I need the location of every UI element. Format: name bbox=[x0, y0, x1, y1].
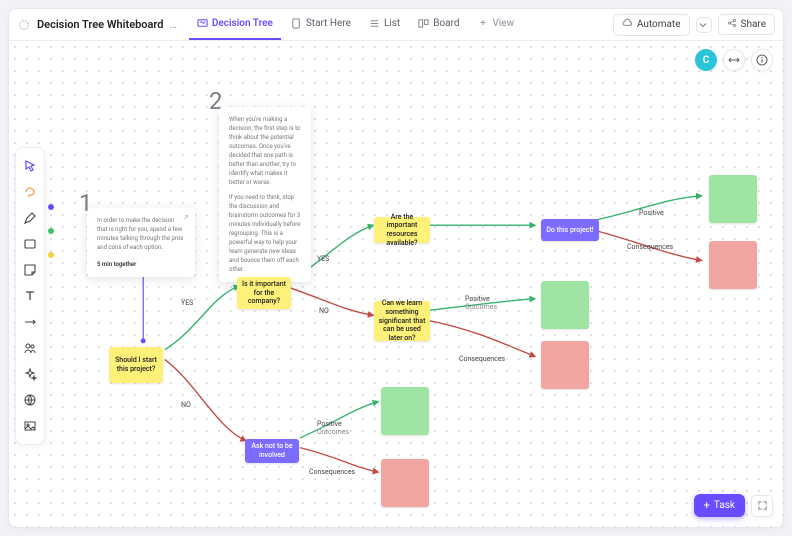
label-no-1: NO bbox=[181, 401, 191, 409]
label-yes-2: YES bbox=[317, 255, 329, 263]
text-tool[interactable] bbox=[18, 284, 42, 308]
tab-label: Decision Tree bbox=[212, 18, 273, 29]
topbar: Decision Tree Whiteboard … Decision Tree… bbox=[9, 9, 783, 41]
toolbar-dot-yellow bbox=[48, 252, 54, 258]
node-resources[interactable]: Are the important resources available? bbox=[374, 217, 430, 243]
board-icon bbox=[418, 18, 429, 29]
share-icon bbox=[727, 18, 737, 31]
plus-icon: + bbox=[478, 18, 489, 29]
task-button[interactable]: + Task bbox=[694, 494, 745, 517]
expand-icon bbox=[757, 500, 768, 511]
title-overflow[interactable]: … bbox=[169, 18, 176, 31]
tab-label: Start Here bbox=[306, 18, 351, 29]
label-consequences-1: Consequences bbox=[627, 243, 673, 251]
fit-width-icon[interactable] bbox=[723, 49, 745, 71]
card2-p1: When you're making a decision, the first… bbox=[229, 115, 301, 187]
shape-tool[interactable] bbox=[18, 232, 42, 256]
node-label: Are the important resources available? bbox=[374, 211, 430, 250]
canvas-wrap: C bbox=[9, 41, 783, 527]
guide-card-2[interactable]: When you're making a decision, the first… bbox=[219, 107, 311, 282]
app-frame: Decision Tree Whiteboard … Decision Tree… bbox=[8, 8, 784, 528]
label-consequences-3: Consequences bbox=[309, 468, 355, 476]
label-positive-outcomes-2: Positive Outcomes bbox=[465, 296, 497, 311]
page-title[interactable]: Decision Tree Whiteboard bbox=[37, 18, 163, 31]
plus-icon: + bbox=[704, 499, 710, 512]
result-red-3[interactable] bbox=[381, 459, 429, 507]
toolbar-dot-green bbox=[48, 228, 54, 234]
tab-label: List bbox=[384, 18, 400, 29]
node-label: Do this project! bbox=[542, 224, 597, 237]
web-tool[interactable] bbox=[18, 388, 42, 412]
tab-add-view[interactable]: + View bbox=[470, 9, 523, 40]
whiteboard-canvas[interactable] bbox=[9, 41, 783, 527]
sticky-tool[interactable] bbox=[18, 258, 42, 282]
info-icon[interactable] bbox=[751, 49, 773, 71]
lasso-tool[interactable] bbox=[18, 180, 42, 204]
automate-button[interactable]: Automate bbox=[613, 14, 690, 36]
expand-button[interactable] bbox=[751, 495, 773, 517]
workspace-icon[interactable] bbox=[17, 18, 31, 32]
card2-p2: If you need to think, stop the discussio… bbox=[229, 193, 301, 274]
guide-card-1[interactable]: ↗ In order to make the decision that is … bbox=[87, 208, 195, 277]
share-button[interactable]: Share bbox=[718, 14, 775, 35]
node-learn[interactable]: Can we learn something significant that … bbox=[374, 301, 430, 341]
result-green-3[interactable] bbox=[381, 387, 429, 435]
result-red-1[interactable] bbox=[709, 241, 757, 289]
result-green-1[interactable] bbox=[709, 175, 757, 223]
doc-icon bbox=[291, 18, 302, 29]
image-tool[interactable] bbox=[18, 414, 42, 438]
label-sub2: Outcomes bbox=[317, 429, 349, 437]
label-yes-1: YES bbox=[181, 299, 193, 307]
canvas-chips: C bbox=[695, 49, 773, 71]
connector-tool[interactable] bbox=[18, 310, 42, 334]
label-positive-1: Positive bbox=[639, 209, 664, 217]
bottom-right-controls: + Task bbox=[694, 494, 773, 517]
node-label: Ask not to be involved bbox=[245, 440, 299, 462]
card1-body: In order to make the decision that is ri… bbox=[97, 216, 185, 252]
node-label: Should I start this project? bbox=[109, 354, 163, 376]
card1-footer: 5 min together bbox=[97, 260, 185, 269]
ai-tool[interactable] bbox=[18, 362, 42, 386]
node-label: Can we learn something significant that … bbox=[374, 297, 430, 345]
node-do-project[interactable]: Do this project! bbox=[541, 219, 599, 241]
chevron-down-icon bbox=[699, 21, 707, 29]
node-start[interactable]: Should I start this project? bbox=[109, 347, 163, 383]
tabs: Decision Tree Start Here List Board + Vi… bbox=[189, 9, 522, 40]
automate-label: Automate bbox=[637, 19, 681, 30]
automate-dropdown[interactable] bbox=[696, 17, 712, 33]
tab-label: View bbox=[493, 18, 515, 29]
tab-start-here[interactable]: Start Here bbox=[283, 9, 359, 40]
node-important[interactable]: Is it important for the company? bbox=[237, 277, 291, 309]
people-tool[interactable] bbox=[18, 336, 42, 360]
result-green-2[interactable] bbox=[541, 281, 589, 329]
tab-board[interactable]: Board bbox=[410, 9, 467, 40]
task-label: Task bbox=[714, 500, 735, 511]
avatar[interactable]: C bbox=[695, 49, 717, 71]
tab-decision-tree[interactable]: Decision Tree bbox=[189, 9, 281, 40]
cloud-icon bbox=[622, 18, 633, 32]
left-toolbar bbox=[15, 147, 45, 445]
toolbar-dot-purple bbox=[48, 204, 54, 210]
share-label: Share bbox=[741, 19, 766, 30]
tab-list[interactable]: List bbox=[361, 9, 408, 40]
label-sub2: Outcomes bbox=[465, 304, 497, 312]
label-consequences-2: Consequences bbox=[459, 355, 505, 363]
label-no-2: NO bbox=[319, 307, 329, 315]
node-label: Is it important for the company? bbox=[237, 278, 291, 308]
result-red-2[interactable] bbox=[541, 341, 589, 389]
whiteboard-icon bbox=[197, 18, 208, 29]
cursor-tool[interactable] bbox=[18, 154, 42, 178]
node-ask-not[interactable]: Ask not to be involved bbox=[245, 439, 299, 463]
tab-label: Board bbox=[433, 18, 459, 29]
pen-tool[interactable] bbox=[18, 206, 42, 230]
label-positive-outcomes-3: Positive Outcomes bbox=[317, 421, 349, 436]
list-icon bbox=[369, 18, 380, 29]
card-arrow-icon: ↗ bbox=[182, 212, 189, 224]
